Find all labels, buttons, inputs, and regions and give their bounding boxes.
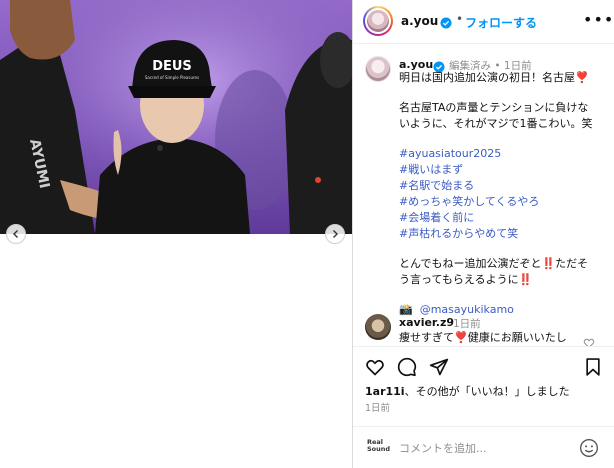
comment-text-part: 痩せすぎて [399, 331, 454, 344]
header-separator: • [456, 12, 464, 26]
share-button[interactable] [429, 357, 449, 381]
caption-author-avatar[interactable] [365, 56, 391, 82]
comment-button[interactable] [397, 357, 417, 381]
caption-line: 名古屋TAの声量とテンションに負けな [399, 101, 589, 114]
hashtag-link[interactable]: #ayuasiatour2025 [399, 146, 607, 162]
bookmark-icon [586, 358, 600, 376]
post-date: 1日前 [365, 403, 391, 414]
caption-line: う言ってもらえるように‼️ [399, 272, 607, 288]
hashtag-link[interactable]: #めっちゃ笑かしてくるやろ [399, 194, 607, 210]
verified-badge-icon [440, 14, 452, 33]
comment-username[interactable]: xavier.z9 [399, 316, 454, 329]
camera-icon: 📸 [399, 303, 413, 316]
caption-line-text: ただそ [555, 257, 589, 270]
cap-sub-text: Sacred of Simple Pleasures [145, 75, 199, 80]
realsound-logo: Real Sound [367, 439, 391, 453]
caption-line: いように、それがマジで1番こわい。笑 [399, 117, 593, 130]
author-username[interactable]: a.you [401, 14, 438, 28]
post-actions: 1ar11i、その他が「いいね！」しました 1日前 [353, 346, 614, 426]
comments-area[interactable]: a.you 編集済み • 1日前 明日は国内追加公演の初日！名古屋❣️ 名古屋T… [353, 44, 614, 346]
logo-text: Sound [367, 445, 391, 453]
emoji-button[interactable] [579, 438, 599, 462]
comment-text: 痩せすぎて❣️健康にお願いいたし ます [399, 330, 579, 346]
post-header: a.you • フォローする ••• [353, 0, 614, 44]
comment-text-part: 健康にお願いいたし [467, 331, 567, 344]
caption-line-text: 明日は国内追加公演の初日！名古屋 [399, 71, 575, 84]
double-exclamation-emoji: ‼️ [541, 257, 556, 270]
like-button[interactable] [365, 357, 385, 381]
next-arrow-button[interactable] [325, 224, 345, 244]
likes-summary: 1ar11i、その他が「いいね！」しました [365, 383, 570, 399]
cap-brand-text: DEUS [152, 59, 192, 74]
save-button[interactable] [583, 357, 603, 381]
comment-time: 1日前 [453, 318, 481, 330]
hashtag-link[interactable]: #声枯れるからやめて笑 [399, 226, 607, 242]
post-side-panel: a.you • フォローする ••• a.you 編集済み • 1日前 明日は国… [352, 0, 614, 468]
likes-summary-text: 、その他が「いいね！」しました [404, 385, 570, 398]
caption-line: 明日は国内追加公演の初日！名古屋❣️ [399, 70, 607, 86]
heart-exclamation-emoji: ❣️ [454, 331, 468, 344]
comment-like-button[interactable] [583, 334, 595, 346]
double-exclamation-emoji: ‼️ [518, 273, 533, 286]
hashtag-link[interactable]: #名駅で始まる [399, 178, 607, 194]
liker-username[interactable]: 1ar11i [365, 385, 405, 398]
mention-link[interactable]: @masayukikamo [420, 303, 514, 316]
heart-outline-icon [583, 338, 595, 346]
chevron-left-icon [13, 230, 18, 238]
comment-bubble-icon [397, 357, 417, 377]
heart-exclamation-emoji: ❣️ [575, 71, 589, 84]
prev-arrow-button[interactable] [6, 224, 26, 244]
smiley-icon [580, 439, 598, 457]
paper-plane-icon [429, 358, 449, 376]
caption-line: とんでもねー追加公演だぞと‼️ただそ [399, 256, 607, 272]
chevron-right-icon [333, 230, 338, 238]
post-photo[interactable]: DEUS Sacred of Simple Pleasures AYUMI [0, 0, 352, 234]
caption-line-text: とんでもねー追加公演だぞと [399, 257, 542, 270]
more-options-button[interactable]: ••• [583, 10, 614, 29]
follow-button[interactable]: フォローする [465, 14, 537, 31]
comment-composer: Real Sound [353, 426, 614, 468]
heart-icon [366, 359, 384, 376]
caption-line-text: う言ってもらえるように [399, 273, 519, 286]
author-avatar[interactable] [363, 6, 393, 36]
photo-illustration: DEUS Sacred of Simple Pleasures AYUMI [0, 0, 352, 234]
hashtag-link[interactable]: #会場着く前に [399, 210, 607, 226]
comment-input[interactable] [399, 438, 569, 458]
commenter-avatar[interactable] [365, 314, 391, 340]
post-media: DEUS Sacred of Simple Pleasures AYUMI [0, 0, 352, 468]
hashtag-link[interactable]: #戦いはまず [399, 162, 607, 178]
